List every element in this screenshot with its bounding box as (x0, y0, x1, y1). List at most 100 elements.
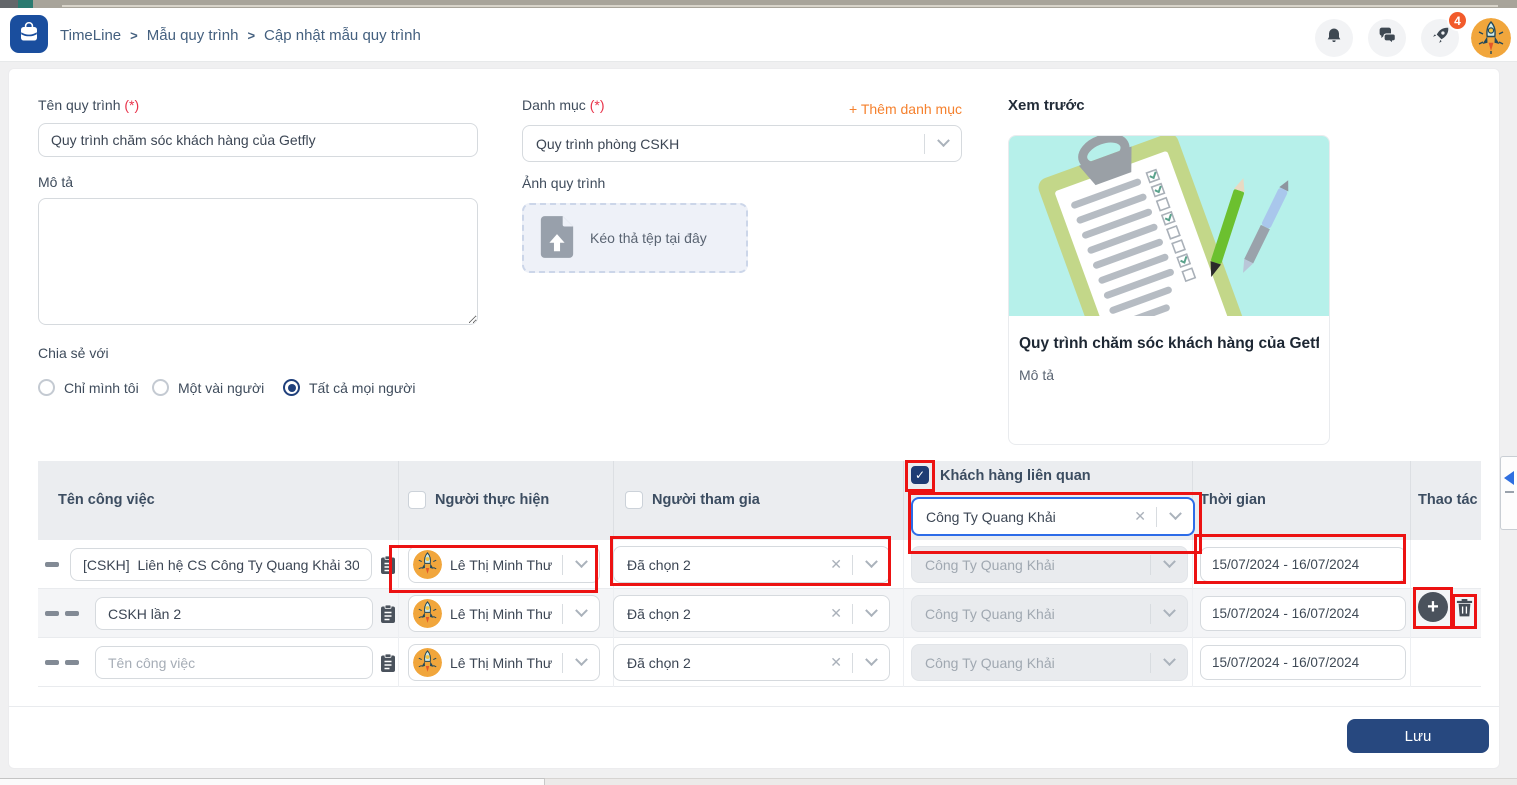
clear-x-icon[interactable]: ✕ (820, 605, 852, 622)
drag-handle[interactable] (45, 660, 59, 665)
image-dropzone[interactable]: Kéo thả tệp tại đây (522, 203, 748, 273)
required-mark: (*) (590, 97, 605, 113)
breadcrumb-item-process-templates[interactable]: Mẫu quy trình (147, 27, 239, 44)
radio-unchecked-icon[interactable] (38, 379, 55, 396)
drag-handle[interactable] (65, 660, 79, 665)
add-row-button[interactable]: + (1418, 592, 1448, 622)
assignee-avatar (413, 648, 442, 677)
breadcrumb-item-current-page: Cập nhật mẫu quy trình (264, 27, 421, 44)
share-option-some-people[interactable]: Một vài người (152, 379, 264, 396)
chat-button[interactable] (1368, 19, 1406, 57)
task-name-input[interactable] (83, 557, 359, 573)
column-divider (613, 461, 614, 540)
participants-column-checkbox[interactable] (625, 491, 643, 509)
customer-column-checkbox[interactable] (911, 466, 929, 484)
clear-x-icon[interactable]: ✕ (820, 654, 852, 671)
process-name-input[interactable] (51, 132, 465, 148)
notification-count-badge: 4 (1447, 10, 1468, 31)
task-checklist-icon[interactable] (380, 653, 396, 678)
clear-x-icon[interactable]: ✕ (820, 556, 852, 573)
column-divider (903, 461, 904, 540)
drag-handle[interactable] (45, 611, 59, 616)
column-header-assignee: Người thực hiện (435, 492, 549, 508)
share-option-everyone[interactable]: Tất cả mọi người (283, 379, 415, 396)
task-name-input[interactable] (108, 606, 360, 622)
participants-value: Đã chọn 2 (614, 557, 820, 573)
breadcrumb-item-timeline[interactable]: TimeLine (60, 27, 121, 44)
dropzone-text: Kéo thả tệp tại đây (590, 230, 707, 246)
assignee-select[interactable]: Lê Thị Minh Thư (408, 595, 600, 632)
collapse-panel-tab[interactable] (1500, 456, 1517, 530)
radio-checked-icon[interactable] (283, 379, 300, 396)
rocket-icon (1430, 25, 1451, 51)
file-upload-icon (538, 214, 576, 263)
date-range-input[interactable]: 15/07/2024 - 16/07/2024 (1200, 547, 1406, 582)
assignee-select[interactable]: Lê Thị Minh Thư (408, 546, 600, 583)
column-header-actions: Thao tác (1418, 492, 1478, 508)
date-range-input[interactable]: 15/07/2024 - 16/07/2024 (1200, 596, 1406, 631)
notifications-button[interactable] (1315, 19, 1353, 57)
collapse-tab-bar (1505, 491, 1514, 493)
page: TimeLine > Mẫu quy trình > Cập nhật mẫu … (0, 0, 1517, 785)
breadcrumb-separator: > (130, 28, 138, 43)
customer-select-disabled: Công Ty Quang Khải (911, 546, 1188, 583)
customer-select-disabled: Công Ty Quang Khải (911, 644, 1188, 681)
drag-handle[interactable] (65, 611, 79, 616)
card-footer (9, 706, 1499, 768)
customer-filter-select[interactable]: Công Ty Quang Khải ✕ (911, 497, 1195, 536)
delete-row-button[interactable] (1455, 597, 1474, 623)
bell-icon (1324, 26, 1344, 51)
column-divider (903, 540, 904, 687)
chevron-down-icon[interactable] (925, 139, 961, 148)
participants-select[interactable]: Đã chọn 2 ✕ (613, 595, 890, 632)
task-name-input[interactable] (108, 655, 360, 671)
chevron-down-icon[interactable] (563, 658, 599, 667)
clear-x-icon[interactable]: ✕ (1124, 508, 1156, 525)
assignee-avatar (413, 599, 442, 628)
radio-unchecked-icon[interactable] (152, 379, 169, 396)
chevron-down-icon (1151, 658, 1187, 667)
browser-edge-segment (62, 5, 1498, 7)
participants-value: Đã chọn 2 (614, 606, 820, 622)
category-select[interactable]: Quy trình phòng CSKH (522, 125, 962, 162)
task-checklist-icon[interactable] (380, 555, 396, 580)
row-divider (38, 588, 1481, 589)
browser-edge-bottom (0, 778, 1517, 785)
assignee-column-checkbox[interactable] (408, 491, 426, 509)
chevron-down-icon (1151, 609, 1187, 618)
add-category-link[interactable]: + Thêm danh mục (722, 101, 962, 117)
column-divider (1410, 461, 1411, 540)
breadcrumb: TimeLine > Mẫu quy trình > Cập nhật mẫu … (60, 8, 421, 62)
task-checklist-icon[interactable] (380, 604, 396, 629)
drag-handle[interactable] (45, 562, 59, 567)
share-with-label: Chia sẻ với (38, 345, 109, 361)
description-textarea[interactable] (38, 198, 478, 325)
task-name-input-wrap (95, 646, 373, 679)
share-option-label: Tất cả mọi người (309, 380, 415, 396)
chevron-down-icon[interactable] (853, 560, 889, 569)
chat-icon (1377, 25, 1398, 51)
chevron-down-icon[interactable] (563, 560, 599, 569)
user-avatar[interactable] (1471, 18, 1511, 58)
share-option-only-me[interactable]: Chỉ mình tôi (38, 379, 139, 396)
save-button[interactable]: Lưu (1347, 719, 1489, 753)
date-range-input[interactable]: 15/07/2024 - 16/07/2024 (1200, 645, 1406, 680)
column-header-participants: Người tham gia (652, 492, 760, 508)
app-logo[interactable] (10, 15, 48, 53)
chevron-down-icon[interactable] (563, 609, 599, 618)
briefcase-icon (17, 20, 41, 49)
assignee-select[interactable]: Lê Thị Minh Thư (408, 644, 600, 681)
column-header-time: Thời gian (1200, 492, 1266, 508)
collapse-left-icon (1504, 471, 1514, 485)
share-option-label: Một vài người (178, 380, 264, 396)
chevron-down-icon[interactable] (853, 658, 889, 667)
participants-select[interactable]: Đã chọn 2 ✕ (613, 644, 890, 681)
category-label: Danh mục (*) (522, 97, 604, 113)
row-divider (38, 637, 1481, 638)
browser-edge-segment (0, 778, 545, 785)
chevron-down-icon[interactable] (1157, 512, 1193, 521)
share-option-label: Chỉ mình tôi (64, 380, 139, 396)
participants-select[interactable]: Đã chọn 2 ✕ (613, 546, 890, 583)
chevron-down-icon[interactable] (853, 609, 889, 618)
description-label: Mô tả (38, 174, 73, 190)
